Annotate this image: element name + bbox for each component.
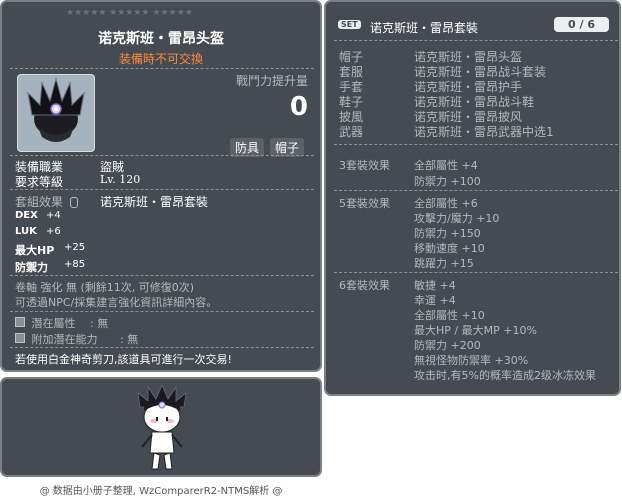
character-preview bbox=[137, 385, 187, 470]
divider bbox=[334, 40, 618, 41]
add-potential-icon bbox=[15, 333, 25, 343]
add-potential-value: : 無 bbox=[120, 333, 139, 346]
untradeable-notice: 装備時不可交換 bbox=[118, 52, 203, 66]
effect-5-line-3: 防禦力 +150 bbox=[414, 227, 481, 240]
set-effect-value: 诺克斯班・雷昂套裝 bbox=[100, 195, 209, 209]
potential-row: 潛在屬性 bbox=[15, 315, 76, 331]
set-badge: SET bbox=[338, 20, 361, 29]
divider bbox=[334, 272, 618, 273]
effect-6-line-7: 攻击时,有5%的概率造成2级冰冻效果 bbox=[414, 369, 596, 382]
item-tooltip-panel: ★★★★★ ★★★★★ ★★★★★ 诺克斯班・雷昂头盔 装備時不可交換 戰鬥力提… bbox=[0, 0, 322, 372]
effect-6-line-4: 最大HP / 最大MP +10% bbox=[414, 324, 537, 337]
stat-dex-name: DEX bbox=[15, 210, 38, 221]
scroll-enhance-line: 卷軸 強化 無 (剩餘11次, 可修復0次) bbox=[15, 281, 195, 294]
stat-def-value: +85 bbox=[64, 259, 86, 270]
effect-6-line-1: 敏捷 +4 bbox=[414, 279, 456, 292]
set-effect-panel: SET 诺克斯班・雷昂套裝 0 / 6 帽子 诺克斯班・雷昂头盔 套服 诺克斯班… bbox=[324, 0, 621, 396]
npc-info-line: 可透過NPC/採集建言強化資訊詳細內容。 bbox=[15, 296, 218, 309]
add-potential-row: 附加潛在能力 bbox=[15, 331, 98, 347]
divider bbox=[334, 144, 618, 145]
divider bbox=[10, 68, 314, 69]
part-name-6: 诺克斯班・雷昂武器中选1 bbox=[414, 125, 554, 139]
set-count: 0 / 6 bbox=[554, 17, 609, 32]
set-name: 诺克斯班・雷昂套裝 bbox=[370, 21, 479, 35]
set-effect-label: 套組效果 bbox=[15, 193, 78, 210]
effect-5-line-2: 攻擊力/魔力 +10 bbox=[414, 212, 500, 225]
footer-credit: @ 数据由小册子整理, WzComparerR2-NTMS解析 @ bbox=[39, 486, 283, 497]
item-icon-frame bbox=[17, 74, 95, 152]
divider bbox=[10, 155, 314, 156]
avatar-preview-panel bbox=[0, 377, 322, 477]
effect-6-line-2: 幸運 +4 bbox=[414, 294, 456, 307]
add-potential-label: 附加潛在能力 bbox=[31, 333, 98, 346]
stat-hp-name: 最大HP bbox=[15, 244, 55, 257]
stat-dex-value: +4 bbox=[46, 210, 61, 221]
effect-title-3: 3套裝效果 bbox=[339, 159, 390, 172]
divider bbox=[10, 275, 314, 276]
divider bbox=[10, 311, 314, 312]
divider bbox=[334, 190, 618, 191]
part-slot-6: 武器 bbox=[339, 125, 364, 139]
stat-luk-name: LUK bbox=[15, 226, 37, 237]
set-effect-label-text: 套組效果 bbox=[15, 195, 64, 209]
stat-luk-value: +6 bbox=[46, 226, 61, 237]
stat-def-name: 防禦力 bbox=[15, 261, 48, 274]
helmet-icon bbox=[27, 77, 85, 142]
level-value: Lv. 120 bbox=[100, 173, 141, 186]
effect-5-line-5: 跳躍力 +15 bbox=[414, 257, 474, 270]
effect-5-line-1: 全部屬性 +6 bbox=[414, 197, 478, 210]
potential-label: 潛在屬性 bbox=[31, 317, 76, 330]
divider bbox=[10, 189, 314, 190]
scissors-notice: 若使用白金神奇剪刀,該道具可進行一次交易! bbox=[15, 353, 232, 366]
attack-gain-label: 戰鬥力提升量 bbox=[235, 74, 308, 88]
level-label: 要求等級 bbox=[15, 175, 64, 189]
effect-6-line-5: 防禦力 +200 bbox=[414, 339, 481, 352]
potential-icon bbox=[15, 317, 25, 327]
effect-6-line-3: 全部屬性 +10 bbox=[414, 309, 485, 322]
stat-hp-value: +25 bbox=[64, 242, 86, 253]
effect-5-line-4: 移動速度 +10 bbox=[414, 242, 485, 255]
mouse-icon bbox=[69, 197, 78, 208]
effect-3-line-2: 防禦力 +100 bbox=[414, 175, 481, 188]
effect-title-6: 6套裝效果 bbox=[339, 279, 390, 292]
attack-gain-value: 0 bbox=[289, 92, 308, 122]
item-name: 诺克斯班・雷昂头盔 bbox=[98, 31, 224, 47]
star-force-stars: ★★★★★ ★★★★★ ★★★★★ bbox=[66, 8, 193, 18]
effect-3-line-1: 全部屬性 +4 bbox=[414, 159, 478, 172]
effect-6-line-6: 無視怪物防禦率 +30% bbox=[414, 354, 529, 367]
potential-value: : 無 bbox=[90, 317, 109, 330]
effect-title-5: 5套裝效果 bbox=[339, 197, 390, 210]
divider bbox=[10, 347, 314, 348]
